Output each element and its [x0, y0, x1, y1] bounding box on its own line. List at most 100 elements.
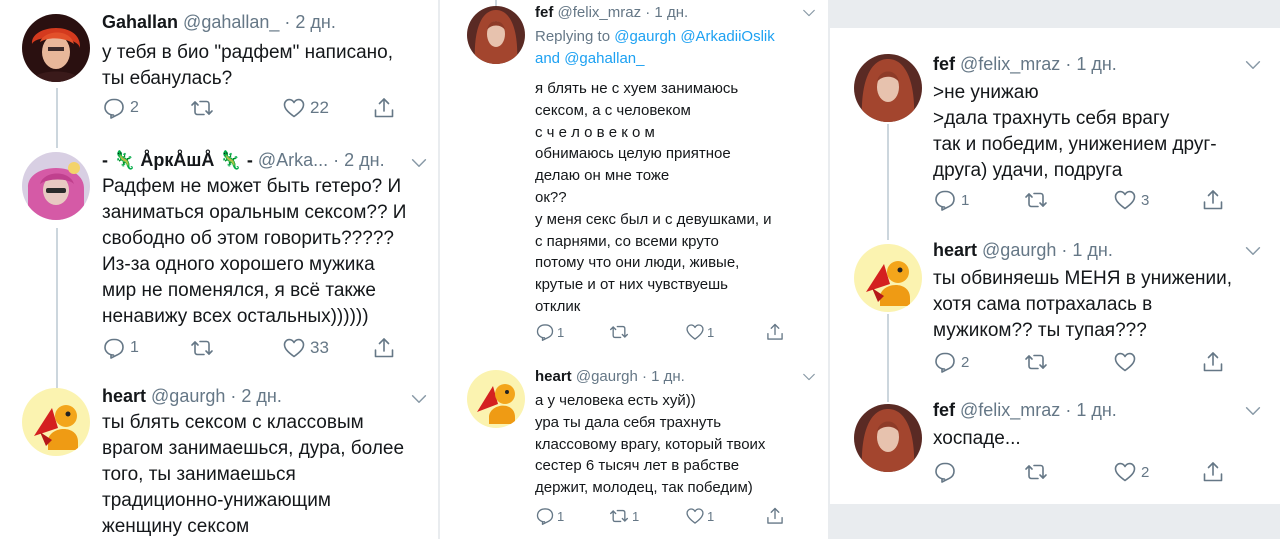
mention-link[interactable]: @gahallan_: [564, 50, 644, 67]
timestamp[interactable]: · 2 дн.: [230, 386, 281, 406]
reply-button[interactable]: [933, 460, 957, 484]
display-name[interactable]: heart: [535, 368, 572, 385]
reply-button[interactable]: 1: [933, 188, 969, 212]
timestamp[interactable]: · 1 дн.: [1065, 54, 1116, 74]
tweet[interactable]: - 🦎 ÅркÅшÅ 🦎 - @Arka... · 2 дн. Радфем н…: [0, 140, 438, 372]
avatar[interactable]: [22, 14, 90, 82]
display-name[interactable]: Gahallan: [102, 12, 178, 32]
reply-button[interactable]: 1: [102, 336, 139, 360]
like-button[interactable]: 2: [1113, 460, 1149, 484]
handle[interactable]: @felix_mraz: [960, 54, 1060, 74]
like-button[interactable]: 22: [282, 96, 329, 120]
like-button[interactable]: 1: [685, 322, 714, 342]
retweet-button[interactable]: [608, 322, 630, 342]
handle[interactable]: @gahallan_: [183, 12, 279, 32]
timestamp[interactable]: · 2 дн.: [333, 150, 384, 170]
chevron-down-icon[interactable]: [1242, 240, 1264, 262]
reply-count: 1: [557, 324, 565, 340]
avatar[interactable]: [467, 6, 525, 64]
handle[interactable]: @felix_mraz: [558, 4, 642, 21]
share-icon: [765, 322, 785, 342]
chevron-down-icon[interactable]: [800, 368, 818, 386]
heart-icon: [1113, 188, 1137, 212]
display-name[interactable]: fef: [535, 4, 553, 21]
tweet-text: Радфем не может быть гетеро? И заниматьс…: [102, 176, 407, 327]
retweet-count: 1: [632, 508, 640, 524]
handle[interactable]: @felix_mraz: [960, 400, 1060, 420]
avatar[interactable]: [854, 54, 922, 122]
chevron-down-icon[interactable]: [800, 4, 818, 22]
heart-icon: [282, 336, 306, 360]
tweet-text: хоспаде...: [933, 428, 1021, 449]
tweet[interactable]: heart @gaurgh · 2 дн. ты блять сексом с …: [0, 376, 438, 539]
retweet-button[interactable]: [189, 96, 215, 120]
retweet-button[interactable]: [1023, 350, 1049, 374]
tweet[interactable]: fef @felix_mraz · 1 дн. хоспаде... 2: [830, 396, 1280, 504]
tweet-text: у тебя в био "радфем" написано, ты ебану…: [102, 42, 393, 89]
reply-button[interactable]: 1: [535, 322, 564, 342]
chevron-down-icon[interactable]: [408, 388, 430, 410]
thread-panel-right: fef @felix_mraz · 1 дн. >не унижаю >дала…: [830, 28, 1280, 504]
share-button[interactable]: [1201, 460, 1225, 484]
share-button[interactable]: [1201, 188, 1225, 212]
retweet-button[interactable]: [1023, 460, 1049, 484]
heart-icon: [685, 506, 705, 526]
timestamp[interactable]: · 1 дн.: [642, 368, 685, 385]
display-name[interactable]: - 🦎 ÅркÅшÅ 🦎 -: [102, 150, 253, 170]
display-name[interactable]: fef: [933, 54, 955, 74]
tweet-text: ты обвиняешь МЕНЯ в унижении, хотя сама …: [933, 268, 1233, 341]
timestamp[interactable]: · 1 дн.: [1061, 240, 1112, 260]
retweet-button[interactable]: 1: [608, 506, 639, 526]
avatar[interactable]: [854, 404, 922, 472]
share-icon: [1201, 350, 1225, 374]
share-button[interactable]: [765, 322, 785, 342]
like-count: 3: [1141, 191, 1150, 209]
display-name[interactable]: heart: [933, 240, 977, 260]
chevron-down-icon[interactable]: [408, 152, 430, 174]
retweet-icon: [189, 96, 215, 120]
like-button[interactable]: 33: [282, 336, 329, 360]
retweet-button[interactable]: [1023, 188, 1049, 212]
mention-link[interactable]: @gaurgh @ArkadiiOslik: [614, 28, 775, 45]
share-button[interactable]: [372, 336, 396, 360]
like-count: 22: [310, 98, 329, 117]
like-count: 2: [1141, 463, 1150, 481]
reply-button[interactable]: 2: [102, 96, 139, 120]
reply-count: 2: [961, 353, 970, 371]
avatar[interactable]: [22, 388, 90, 456]
timestamp[interactable]: · 1 дн.: [1065, 400, 1116, 420]
retweet-button[interactable]: [189, 336, 215, 360]
timestamp[interactable]: · 2 дн.: [284, 12, 335, 32]
handle[interactable]: @Arka...: [258, 150, 328, 170]
share-button[interactable]: [765, 506, 785, 526]
chevron-down-icon[interactable]: [1242, 54, 1264, 76]
avatar[interactable]: [854, 244, 922, 312]
like-button[interactable]: [1113, 350, 1137, 374]
display-name[interactable]: fef: [933, 400, 955, 420]
retweet-icon: [189, 336, 215, 360]
handle[interactable]: @gaurgh: [151, 386, 225, 406]
share-button[interactable]: [372, 96, 396, 120]
avatar[interactable]: [467, 370, 525, 428]
tweet[interactable]: heart @gaurgh · 1 дн. ты обвиняешь МЕНЯ …: [830, 236, 1280, 394]
like-button[interactable]: 3: [1113, 188, 1149, 212]
tweet[interactable]: fef @felix_mraz · 1 дн. Replying to @gau…: [440, 0, 828, 360]
reply-button[interactable]: 1: [535, 506, 564, 526]
share-icon: [1201, 188, 1225, 212]
retweet-icon: [1023, 350, 1049, 374]
like-button[interactable]: 1: [685, 506, 714, 526]
tweet[interactable]: Gahallan @gahallan_ · 2 дн. у тебя в био…: [0, 0, 438, 130]
display-name[interactable]: heart: [102, 386, 146, 406]
share-button[interactable]: [1201, 350, 1225, 374]
tweet[interactable]: fef @felix_mraz · 1 дн. >не унижаю >дала…: [830, 28, 1280, 218]
handle[interactable]: @gaurgh: [982, 240, 1056, 260]
chevron-down-icon[interactable]: [1242, 400, 1264, 422]
timestamp[interactable]: · 1 дн.: [645, 4, 688, 21]
tweet-actions: 2 22: [102, 96, 402, 120]
heart-icon: [685, 322, 705, 342]
tweet[interactable]: heart @gaurgh · 1 дн. а у человека есть …: [440, 362, 828, 539]
avatar[interactable]: [22, 152, 90, 220]
reply-button[interactable]: 2: [933, 350, 969, 374]
handle[interactable]: @gaurgh: [576, 368, 638, 385]
tweet-actions: 1 33: [102, 336, 402, 360]
